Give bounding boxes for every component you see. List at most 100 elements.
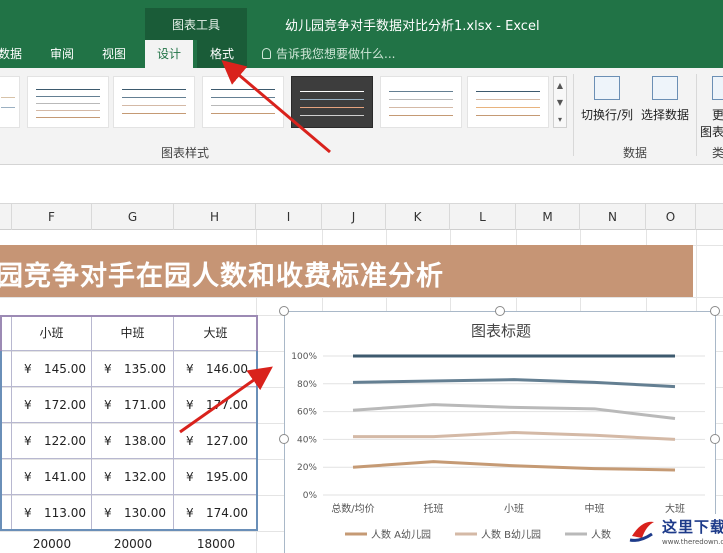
tell-me-search[interactable]: 告诉我您想要做什么... bbox=[262, 40, 395, 68]
series-line-0 bbox=[352, 460, 676, 472]
watermark-text: 这里下载 bbox=[662, 518, 723, 536]
tab-review[interactable]: 审阅 bbox=[48, 40, 76, 68]
column-header-j[interactable]: J bbox=[322, 204, 386, 230]
column-header-h[interactable]: H bbox=[174, 204, 256, 230]
column-header-n[interactable]: N bbox=[580, 204, 646, 230]
tab-data[interactable]: 数据 bbox=[0, 40, 22, 68]
chart-style-thumbnail[interactable] bbox=[0, 76, 20, 128]
tab-view[interactable]: 视图 bbox=[100, 40, 128, 68]
chart-resize-handle[interactable] bbox=[710, 434, 720, 444]
banner-title: 园竞争对手在园人数和收费标准分析 bbox=[0, 261, 444, 292]
gallery-more-icon[interactable]: ▾ bbox=[554, 111, 566, 128]
price-cell[interactable]: ¥113.00 bbox=[12, 495, 92, 531]
chart-tools-contextual-label: 图表工具 bbox=[145, 8, 247, 40]
column-header-i[interactable]: I bbox=[256, 204, 322, 230]
price-cell[interactable]: ¥130.00 bbox=[92, 495, 174, 531]
y-tick-label: 0% bbox=[303, 491, 318, 501]
price-cell[interactable]: ¥174.00 bbox=[174, 495, 258, 531]
column-header-g[interactable]: G bbox=[92, 204, 174, 230]
total-cell[interactable]: 18000 bbox=[174, 537, 258, 551]
table-row: ¥122.00 ¥138.00 ¥127.00 bbox=[0, 423, 258, 459]
price-cell[interactable]: ¥195.00 bbox=[174, 459, 258, 495]
legend-entry: 人数 bbox=[591, 528, 611, 541]
price-cell[interactable]: ¥177.00 bbox=[174, 387, 258, 423]
header-cell[interactable]: 中班 bbox=[92, 315, 174, 351]
chart-style-thumbnail[interactable] bbox=[380, 76, 462, 128]
y-tick-label: 40% bbox=[297, 435, 317, 445]
table-row: ¥145.00 ¥135.00 ¥146.00 bbox=[0, 351, 258, 387]
column-header-partial[interactable] bbox=[0, 204, 12, 230]
switch-row-column-button[interactable]: 切换行/列 bbox=[578, 76, 636, 136]
y-tick-label: 20% bbox=[297, 463, 317, 473]
scroll-down-icon[interactable]: ▼ bbox=[554, 94, 566, 111]
column-header-m[interactable]: M bbox=[516, 204, 580, 230]
total-cell[interactable]: 20000 bbox=[92, 537, 174, 551]
legend-entry: 人数 B幼儿园 bbox=[481, 528, 541, 541]
y-tick-label: 60% bbox=[297, 408, 317, 418]
select-data-icon bbox=[652, 76, 678, 100]
column-header-k[interactable]: K bbox=[386, 204, 450, 230]
chart-resize-handle[interactable] bbox=[279, 306, 289, 316]
change-chart-type-button[interactable]: 更 图表 bbox=[698, 76, 723, 139]
tab-format[interactable]: 格式 bbox=[197, 40, 247, 68]
watermark-url: www.theredown.com bbox=[662, 538, 723, 546]
site-watermark: 这里下载 www.theredown.com bbox=[626, 514, 723, 553]
x-tick-label: 小班 bbox=[504, 503, 524, 515]
header-cell[interactable]: 大班 bbox=[174, 315, 258, 351]
scroll-up-icon[interactable]: ▲ bbox=[554, 77, 566, 94]
chart-style-thumbnail[interactable] bbox=[467, 76, 549, 128]
chart-resize-handle[interactable] bbox=[495, 306, 505, 316]
chart-style-thumbnail[interactable] bbox=[113, 76, 195, 128]
legend-entry: 人数 A幼儿园 bbox=[371, 528, 431, 541]
tab-design[interactable]: 设计 bbox=[145, 40, 193, 68]
price-cell[interactable]: ¥141.00 bbox=[12, 459, 92, 495]
y-tick-label: 100% bbox=[291, 352, 317, 362]
price-cell[interactable]: ¥171.00 bbox=[92, 387, 174, 423]
price-cell[interactable]: ¥127.00 bbox=[174, 423, 258, 459]
y-tick-label: 80% bbox=[297, 380, 317, 390]
title-banner[interactable]: 园竞争对手在园人数和收费标准分析 bbox=[0, 245, 693, 297]
formula-bar-area bbox=[0, 166, 723, 204]
select-data-button[interactable]: 选择数据 bbox=[636, 76, 694, 136]
chart-style-thumbnail-dark[interactable] bbox=[291, 76, 373, 128]
chart-resize-handle[interactable] bbox=[279, 434, 289, 444]
column-header-o[interactable]: O bbox=[646, 204, 696, 230]
price-cell[interactable]: ¥135.00 bbox=[92, 351, 174, 387]
lightbulb-icon bbox=[262, 48, 271, 59]
ribbon-tab-row: 数据 审阅 视图 设计 格式 告诉我您想要做什么... bbox=[0, 40, 723, 68]
column-header-f[interactable]: F bbox=[12, 204, 92, 230]
price-cell[interactable]: ¥146.00 bbox=[174, 351, 258, 387]
series-line-3 bbox=[352, 378, 676, 389]
gallery-scrollbar[interactable]: ▲ ▼ ▾ bbox=[553, 76, 567, 128]
tell-me-text: 告诉我您想要做什么... bbox=[276, 47, 396, 61]
table-row: ¥113.00 ¥130.00 ¥174.00 bbox=[0, 495, 258, 531]
ribbon-separator bbox=[696, 74, 697, 156]
price-cell[interactable]: ¥138.00 bbox=[92, 423, 174, 459]
table-header-row: 小班 中班 大班 bbox=[0, 315, 258, 351]
column-header-l[interactable]: L bbox=[450, 204, 516, 230]
x-tick-label: 中班 bbox=[585, 502, 605, 515]
change-chart-type-icon bbox=[712, 76, 723, 100]
header-cell[interactable]: 小班 bbox=[12, 315, 92, 351]
switch-row-column-icon bbox=[594, 76, 620, 100]
chart-title: 图表标题 bbox=[471, 322, 531, 340]
group-label-data: 数据 bbox=[622, 146, 647, 160]
table-row: ¥172.00 ¥171.00 ¥177.00 bbox=[0, 387, 258, 423]
price-cell[interactable]: ¥172.00 bbox=[12, 387, 92, 423]
x-tick-label: 托班 bbox=[424, 502, 444, 515]
chart-style-thumbnail[interactable] bbox=[27, 76, 109, 128]
table-row: ¥141.00 ¥132.00 ¥195.00 bbox=[0, 459, 258, 495]
price-cell[interactable]: ¥145.00 bbox=[12, 351, 92, 387]
total-cell[interactable]: 20000 bbox=[12, 537, 92, 551]
column-headers: F G H I J K L M N O bbox=[0, 204, 723, 230]
chart-style-thumbnail[interactable] bbox=[202, 76, 284, 128]
price-cell[interactable]: ¥132.00 bbox=[92, 459, 174, 495]
worksheet-grid[interactable]: 园竞争对手在园人数和收费标准分析 小班 中班 大班 ¥145.00 ¥135.0… bbox=[0, 230, 723, 553]
group-label-type: 类 bbox=[712, 146, 723, 160]
price-cell[interactable]: ¥122.00 bbox=[12, 423, 92, 459]
chart-resize-handle[interactable] bbox=[710, 306, 720, 316]
group-label-chart-styles: 图表样式 bbox=[160, 146, 209, 160]
x-tick-label: 总数/均价 bbox=[331, 502, 374, 515]
ribbon-separator bbox=[573, 74, 574, 156]
ribbon-panel: ▲ ▼ ▾ 图表样式 切换行/列 选择数据 数据 更 图表 类 bbox=[0, 68, 723, 165]
